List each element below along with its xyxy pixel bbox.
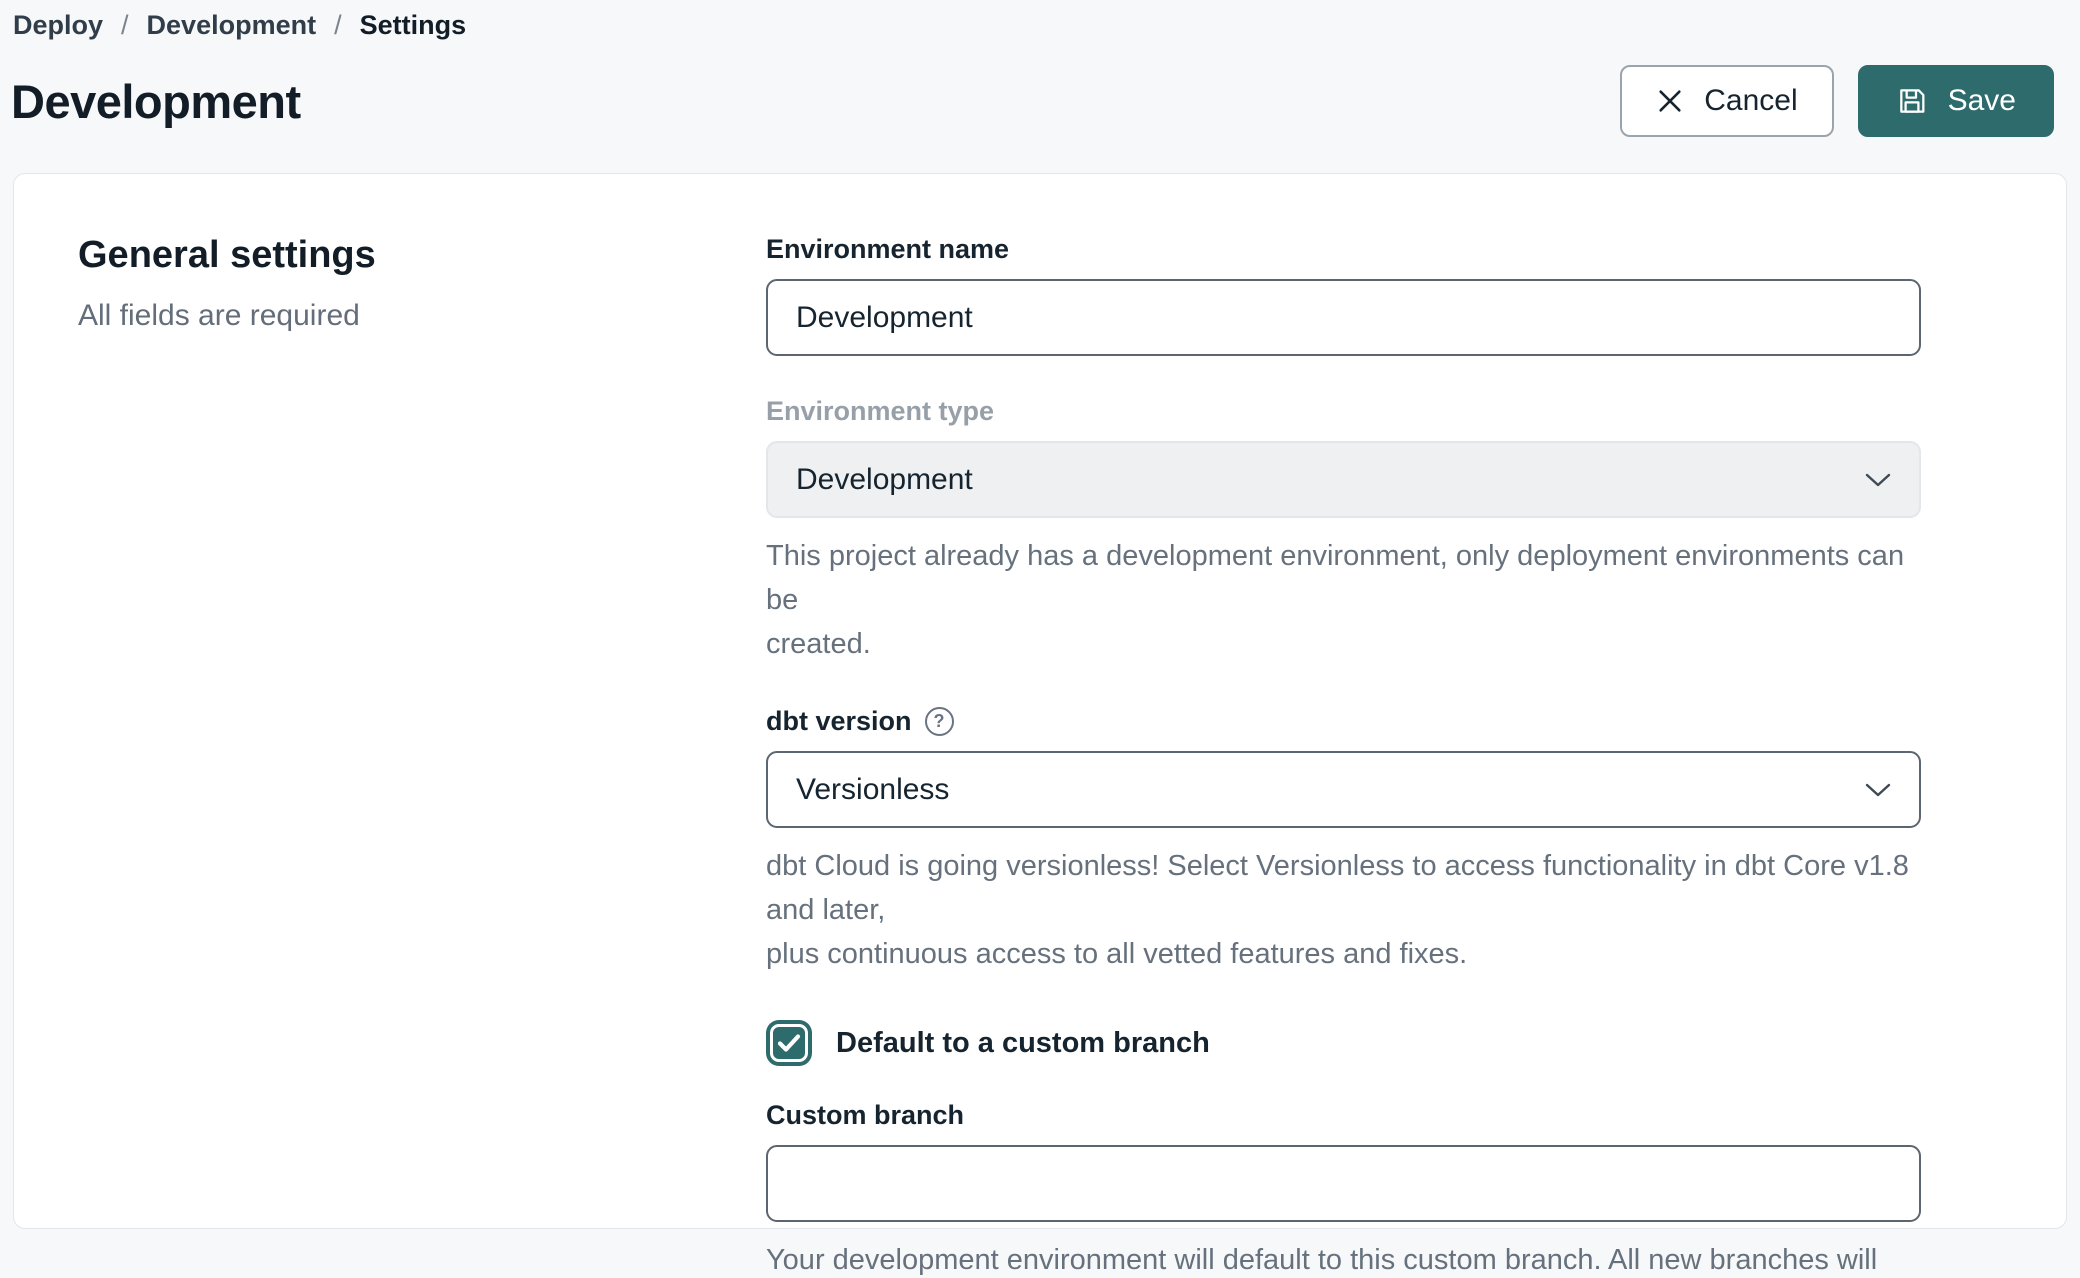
- general-settings-card: General settings All fields are required…: [13, 173, 2067, 1229]
- breadcrumb-settings: Settings: [360, 10, 467, 41]
- save-button[interactable]: Save: [1858, 65, 2054, 137]
- dbt-version-field: dbt version ? Versionless dbt Cloud is g…: [766, 706, 1921, 976]
- settings-form: Environment name Environment type Develo…: [766, 234, 1921, 1228]
- cancel-button[interactable]: Cancel: [1620, 65, 1833, 137]
- custom-branch-checkbox[interactable]: [766, 1020, 812, 1066]
- page-title: Development: [11, 74, 301, 129]
- breadcrumb-development[interactable]: Development: [147, 10, 317, 41]
- environment-name-field: Environment name: [766, 234, 1921, 356]
- help-icon[interactable]: ?: [925, 707, 954, 736]
- custom-branch-field: Custom branch Your development environme…: [766, 1100, 1921, 1278]
- breadcrumb: Deploy / Development / Settings: [0, 0, 2080, 41]
- section-title: General settings: [78, 234, 766, 277]
- environment-settings-page: Deploy / Development / Settings Developm…: [0, 0, 2080, 1278]
- environment-type-label: Environment type: [766, 396, 1921, 427]
- section-subtitle: All fields are required: [78, 299, 766, 333]
- section-intro: General settings All fields are required: [78, 234, 766, 1228]
- dbt-version-select[interactable]: Versionless: [766, 751, 1921, 828]
- checkmark-icon: [777, 1033, 801, 1053]
- environment-type-field: Environment type Development This projec…: [766, 396, 1921, 666]
- custom-branch-help: Your development environment will defaul…: [766, 1238, 1921, 1278]
- save-icon: [1896, 85, 1928, 117]
- custom-branch-toggle-row[interactable]: Default to a custom branch: [766, 1020, 1921, 1066]
- environment-type-select: Development: [766, 441, 1921, 518]
- dbt-version-label-text: dbt version: [766, 706, 912, 737]
- environment-type-help: This project already has a development e…: [766, 534, 1921, 666]
- breadcrumb-separator: /: [121, 10, 129, 41]
- cancel-button-label: Cancel: [1704, 84, 1797, 118]
- environment-name-input[interactable]: [766, 279, 1921, 356]
- save-button-label: Save: [1948, 84, 2016, 118]
- close-icon: [1656, 87, 1684, 115]
- chevron-down-icon: [1865, 782, 1891, 798]
- breadcrumb-deploy[interactable]: Deploy: [13, 10, 103, 41]
- dbt-version-value: Versionless: [796, 773, 949, 807]
- environment-name-label: Environment name: [766, 234, 1921, 265]
- breadcrumb-separator: /: [334, 10, 342, 41]
- dbt-version-help: dbt Cloud is going versionless! Select V…: [766, 844, 1921, 976]
- environment-type-value: Development: [796, 463, 973, 497]
- custom-branch-input[interactable]: [766, 1145, 1921, 1222]
- custom-branch-label: Custom branch: [766, 1100, 1921, 1131]
- header-actions: Cancel Save: [1620, 65, 2054, 137]
- dbt-version-label: dbt version ?: [766, 706, 1921, 737]
- custom-branch-toggle-label: Default to a custom branch: [836, 1027, 1210, 1060]
- page-header: Development Cancel Save: [11, 65, 2054, 137]
- chevron-down-icon: [1865, 472, 1891, 488]
